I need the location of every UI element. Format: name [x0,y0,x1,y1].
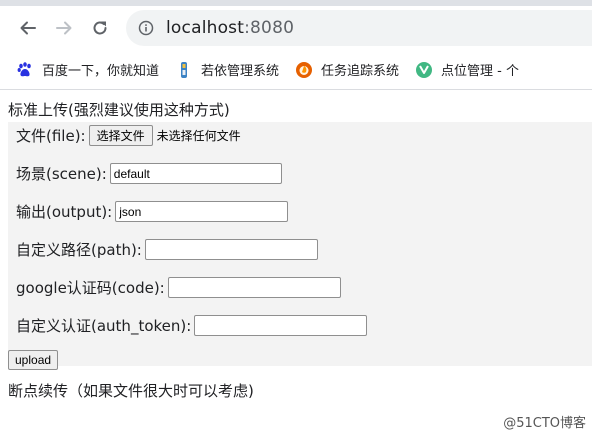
ruoyi-icon [175,61,193,79]
output-input[interactable] [115,201,289,222]
bookmark-baidu[interactable]: 百度一下，你就知道 [16,60,159,79]
upload-row: upload [8,350,59,370]
code-row: google认证码(code): [16,277,341,298]
address-bar[interactable]: localhost:8080 [126,10,592,46]
path-label: 自定义路径(path): [16,241,142,259]
bookmark-label: 点位管理 - 个 [441,64,520,79]
reload-icon [93,21,107,35]
browser-toolbar: localhost:8080 [0,6,592,50]
standard-upload-title: 标准上传(强烈建议使用这种方式) [8,101,230,119]
bookmark-point-mgmt[interactable]: 点位管理 - 个 [415,60,519,79]
auth-token-input[interactable] [194,315,368,336]
file-status-text: 未选择任何文件 [156,129,241,143]
code-label: google认证码(code): [16,279,165,297]
output-label: 输出(output): [16,203,113,221]
url-port: :8080 [244,18,295,38]
bookmark-label: 百度一下，你就知道 [42,64,160,79]
back-arrow-icon [20,21,36,35]
watermark: @51CTO博客 [503,416,586,431]
path-input[interactable] [144,239,318,260]
bookmark-label: 若依管理系统 [201,64,280,79]
forward-arrow-icon [56,21,72,35]
vue-icon [415,61,433,79]
bookmark-label: 任务追踪系统 [321,64,400,79]
bookmark-ruoyi[interactable]: 若依管理系统 [175,60,279,79]
file-row: 文件(file): 选择文件 未选择任何文件 [16,125,241,146]
code-input[interactable] [167,277,341,298]
page-content: 标准上传(强烈建议使用这种方式) 文件(file): 选择文件 未选择任何文件 … [0,98,592,401]
resumable-upload-title: 断点续传（如果文件很大时可以考虑) [8,382,254,400]
upload-button[interactable]: upload [8,350,59,370]
file-label: 文件(file): [16,127,86,145]
info-icon[interactable] [138,20,154,36]
scene-input[interactable] [109,163,282,184]
back-button[interactable] [10,10,46,46]
scene-row: 场景(scene): [16,163,282,184]
url-host: localhost [166,18,245,38]
upload-form: 文件(file): 选择文件 未选择任何文件 场景(scene): 输出(out… [8,122,592,370]
reload-button[interactable] [82,10,118,46]
bookmark-task-tracker[interactable]: 任务追踪系统 [295,60,399,79]
url-text: localhost:8080 [166,18,294,38]
token-label: 自定义认证(auth_token): [16,317,192,335]
choose-file-button[interactable]: 选择文件 [88,125,153,146]
token-row: 自定义认证(auth_token): [16,315,368,336]
output-row: 输出(output): [16,201,289,222]
scene-label: 场景(scene): [16,165,107,183]
firefox-like-icon [295,61,313,79]
forward-button[interactable] [46,10,82,46]
bookmarks-bar: 百度一下，你就知道 若依管理系统 任务追踪系统 点位管理 - 个 [0,50,592,90]
path-row: 自定义路径(path): [16,239,318,260]
baidu-paw-icon [16,61,34,79]
